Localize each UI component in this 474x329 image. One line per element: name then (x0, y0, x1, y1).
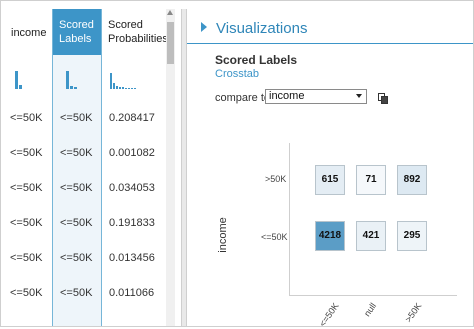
column-scored-labels[interactable]: Scored Labels <=50K <=50K <=50K <=50K <=… (52, 9, 102, 326)
data-table: income <=50K <=50K <=50K <=50K <=50K <=5… (1, 1, 181, 326)
histogram-bar (66, 71, 69, 89)
histogram-bar (110, 73, 112, 89)
column-header-label: Probabilities (108, 33, 168, 45)
column-scored-probabilities[interactable]: Scored Probabilities 0.208417 0.001082 0… (102, 9, 168, 326)
crosstab-cell[interactable]: 892 (397, 165, 427, 195)
histogram-bar (119, 87, 121, 89)
column-header-scored-labels[interactable]: Scored Labels (53, 9, 101, 55)
visualizations-header[interactable]: Visualizations (187, 9, 473, 44)
histogram-bar (74, 87, 77, 89)
histogram-bar (116, 86, 118, 89)
table-cell: <=50K (10, 112, 43, 124)
crosstab-cell[interactable]: 421 (356, 221, 386, 251)
scroll-up-arrow-icon[interactable] (167, 10, 173, 15)
crosstab-cell[interactable]: 615 (315, 165, 345, 195)
table-cell: 0.011066 (109, 287, 155, 299)
histogram-scored-probabilities[interactable] (102, 55, 166, 101)
table-cell: <=50K (60, 147, 93, 159)
expand-triangle-icon[interactable] (201, 22, 207, 32)
column-income[interactable]: income <=50K <=50K <=50K <=50K <=50K <=5… (1, 9, 51, 326)
histogram-income[interactable] (1, 55, 51, 101)
y-axis-line (289, 143, 290, 295)
cell-value: 615 (321, 174, 339, 185)
copy-icon[interactable] (378, 93, 388, 104)
histogram-bar (131, 88, 133, 89)
panel-title: Visualizations (216, 20, 308, 37)
column-header-scored-probabilities[interactable]: Scored Probabilities (102, 9, 168, 55)
x-tick-label: null (361, 301, 379, 319)
app-frame: income <=50K <=50K <=50K <=50K <=50K <=5… (0, 0, 474, 329)
column-header-label: Scored (59, 19, 94, 31)
histogram-bar (15, 71, 18, 89)
visualizations-panel: Visualizations Scored Labels Crosstab co… (187, 9, 473, 329)
column-header-label: Scored (108, 19, 143, 31)
crosstab-cell[interactable]: 71 (356, 165, 386, 195)
table-cell: 0.001082 (109, 147, 155, 159)
histogram-bar (125, 88, 127, 89)
table-cell: <=50K (10, 147, 43, 159)
histogram-bar (134, 88, 136, 89)
cell-value: 892 (403, 174, 421, 185)
y-tick-label: >50K (265, 174, 287, 184)
chevron-down-icon (356, 94, 362, 98)
table-cell: <=50K (60, 287, 93, 299)
table-cell: 0.208417 (109, 112, 155, 124)
table-cell: 0.034053 (109, 182, 155, 194)
scrollbar-thumb[interactable] (167, 22, 174, 64)
histogram-bar (128, 88, 130, 89)
table-cell: <=50K (60, 112, 93, 124)
histogram-bar (113, 83, 115, 89)
column-header-income[interactable]: income (1, 9, 51, 55)
cell-value: 71 (365, 174, 377, 185)
table-cell: 0.013456 (109, 252, 155, 264)
x-axis-line (289, 295, 457, 296)
histogram-bar (19, 85, 22, 89)
compare-to-label: compare to (215, 92, 271, 104)
vertical-scrollbar[interactable] (166, 9, 175, 326)
compare-to-value: income (269, 90, 305, 102)
table-cell: <=50K (10, 252, 43, 264)
table-cell: <=50K (60, 252, 93, 264)
histogram-bar (70, 86, 73, 89)
crosstab-cell[interactable]: 295 (397, 221, 427, 251)
compare-to-select[interactable]: income (265, 89, 367, 104)
table-cell: <=50K (10, 217, 43, 229)
cell-value: 421 (362, 230, 380, 241)
table-cell: <=50K (10, 287, 43, 299)
histogram-bar (122, 87, 124, 89)
table-cell: 0.191833 (109, 217, 155, 229)
x-tick-label: <=50K (317, 301, 341, 329)
table-cell: <=50K (60, 217, 93, 229)
histogram-scored-labels[interactable] (53, 55, 101, 101)
crosstab-cell[interactable]: 4218 (315, 221, 345, 251)
table-cell: <=50K (10, 182, 43, 194)
column-header-label: Labels (59, 33, 92, 45)
crosstab-chart: income >50K <=50K <=50K null >50K 615 71… (207, 129, 467, 329)
visualization-type-label: Crosstab (215, 68, 260, 80)
section-title: Scored Labels (215, 53, 298, 67)
table-cell: <=50K (60, 182, 93, 194)
cell-value: 295 (403, 230, 421, 241)
x-tick-label: >50K (403, 301, 424, 325)
cell-value: 4218 (318, 230, 342, 241)
column-header-label: income (11, 27, 47, 39)
y-axis-title: income (217, 217, 229, 253)
y-tick-label: <=50K (261, 232, 288, 242)
